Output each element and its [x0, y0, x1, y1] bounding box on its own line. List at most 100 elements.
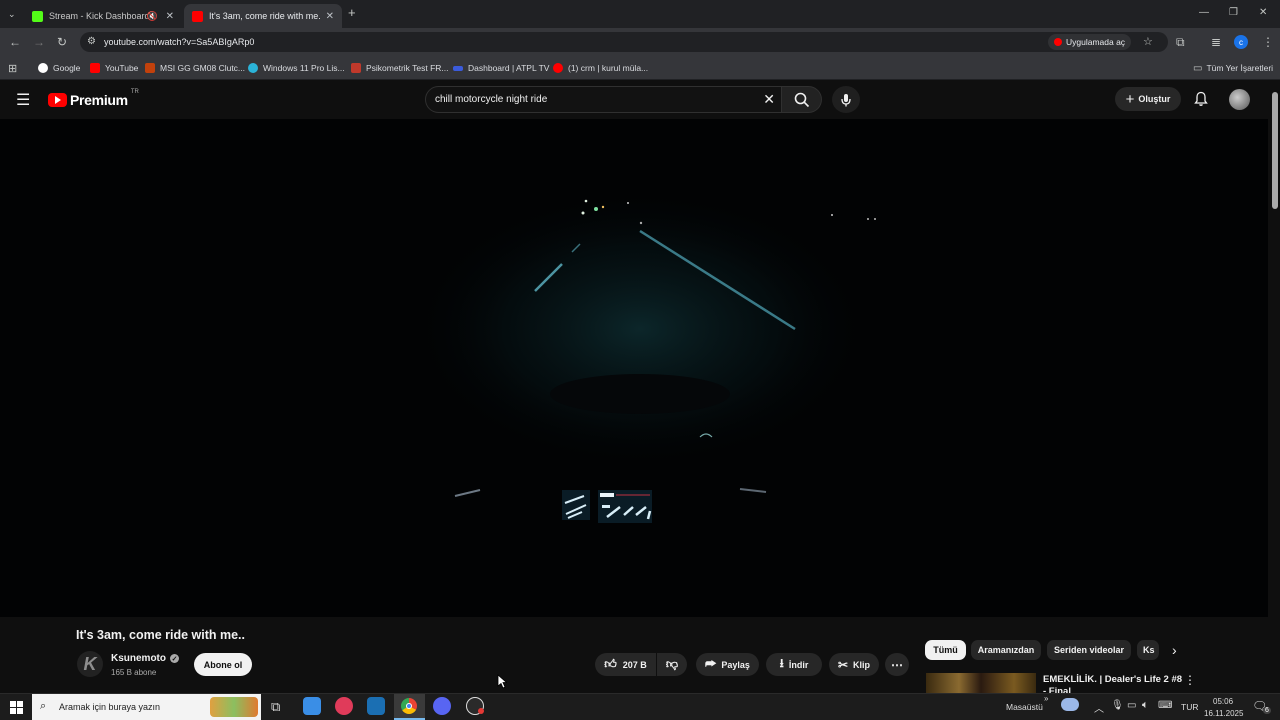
- forward-icon[interactable]: →: [33, 36, 45, 48]
- volume-icon[interactable]: 🔈︎: [1142, 699, 1149, 712]
- tab-muted-icon[interactable]: 🔇: [147, 11, 158, 22]
- taskbar-app-discord-icon[interactable]: [433, 697, 451, 715]
- site-info-icon[interactable]: ⚙: [87, 36, 96, 47]
- recommendation-thumbnail[interactable]: [926, 673, 1036, 693]
- all-bookmarks-button[interactable]: ▭ Tüm Yer İşaretleri: [1193, 61, 1273, 75]
- back-icon[interactable]: ←: [9, 36, 21, 48]
- more-horizontal-icon: ⋯: [891, 657, 903, 672]
- bookmark-star-icon[interactable]: ☆: [1143, 35, 1153, 48]
- new-tab-icon[interactable]: +: [348, 6, 356, 19]
- language-indicator[interactable]: TUR: [1181, 702, 1198, 712]
- channel-avatar[interactable]: K: [77, 651, 103, 677]
- youtube-play-icon: [48, 93, 67, 107]
- search-input[interactable]: chill motorcycle night ride: [435, 94, 547, 105]
- profile-avatar[interactable]: c: [1234, 35, 1248, 49]
- clear-search-icon[interactable]: ✕: [763, 91, 775, 108]
- window-minimize-icon[interactable]: —: [1199, 7, 1209, 19]
- download-icon: ⭳: [779, 656, 784, 670]
- subscriber-count: 165 B abone: [111, 668, 157, 677]
- tab-kick-dashboard[interactable]: Stream - Kick Dashboard 🔇 ✕: [24, 4, 182, 28]
- video-title: It's 3am, come ride with me..: [76, 628, 246, 642]
- share-button[interactable]: ⮫ Paylaş: [696, 653, 759, 676]
- like-button[interactable]: 👍︎ 207 B: [595, 653, 656, 676]
- search-icon: ⌕: [40, 700, 47, 712]
- hamburger-menu-icon[interactable]: ☰: [16, 90, 30, 110]
- tab-close-icon[interactable]: ✕: [166, 11, 174, 22]
- window-close-icon[interactable]: ✕: [1259, 7, 1267, 19]
- microphone-tray-icon[interactable]: 🎙︎: [1111, 700, 1124, 711]
- create-label: Oluştur: [1138, 94, 1171, 104]
- recommendation-title[interactable]: EMEKLİLİK. | Dealer's Life 2 #8 - Final: [1043, 674, 1183, 693]
- chip-next-icon[interactable]: ›: [1172, 642, 1177, 658]
- channel-name-label: Ksunemoto: [111, 653, 166, 664]
- bookmark-windows[interactable]: Windows 11 Pro Lis...: [248, 61, 345, 75]
- reload-icon[interactable]: ↻: [57, 36, 67, 48]
- chip-from-search[interactable]: Aramanızdan: [971, 640, 1041, 660]
- desktop-label[interactable]: Masaüstü: [1006, 702, 1043, 712]
- toolbar-overflow-icon[interactable]: »: [1044, 694, 1048, 703]
- address-bar[interactable]: ⚙ youtube.com/watch?v=Sa5ABIgARp0 Uygula…: [80, 32, 1168, 52]
- search-box[interactable]: chill motorcycle night ride ✕: [425, 86, 782, 113]
- voice-search-button[interactable]: [832, 86, 860, 113]
- notifications-bell-icon[interactable]: [1193, 91, 1209, 107]
- google-icon: [38, 63, 48, 73]
- create-button[interactable]: + Oluştur: [1115, 87, 1181, 111]
- recommendation-menu-icon[interactable]: ⋮: [1184, 673, 1196, 687]
- share-icon: ⮫: [705, 657, 717, 671]
- window-restore-icon[interactable]: ❐: [1229, 7, 1238, 19]
- bookmark-label: YouTube: [105, 63, 139, 73]
- bookmark-msi[interactable]: MSI GG GM08 Clutc...: [145, 61, 245, 75]
- atpl-icon: [453, 65, 463, 71]
- download-button[interactable]: ⭳ İndir: [766, 653, 822, 676]
- show-hidden-icons-icon[interactable]: ︿: [1094, 700, 1104, 715]
- tab-search-icon[interactable]: ⌄: [8, 8, 16, 20]
- tab-close-icon[interactable]: ✕: [326, 11, 334, 22]
- chip-channel[interactable]: Ks: [1137, 640, 1159, 660]
- all-bookmarks-label: Tüm Yer İşaretleri: [1206, 63, 1274, 73]
- bookmark-label: Dashboard | ATPL TV: [468, 63, 550, 73]
- chip-from-series[interactable]: Seriden videolar: [1047, 640, 1131, 660]
- network-icon[interactable]: ▭: [1127, 700, 1136, 711]
- subscribe-button[interactable]: Abone ol: [194, 653, 252, 676]
- taskbar-app-game-icon[interactable]: [335, 697, 353, 715]
- chip-label: Aramanızdan: [977, 645, 1035, 655]
- chrome-menu-icon[interactable]: ⋮: [1262, 36, 1274, 48]
- keyboard-icon[interactable]: ⌨: [1158, 700, 1172, 711]
- bookmark-atpl[interactable]: Dashboard | ATPL TV: [453, 61, 549, 75]
- apps-grid-icon[interactable]: ⊞: [8, 62, 17, 75]
- tab-youtube-video[interactable]: It's 3am, come ride with me.. - ✕: [184, 4, 342, 28]
- task-view-icon[interactable]: ⧉: [271, 699, 280, 715]
- scrollbar-thumb[interactable]: [1272, 92, 1278, 209]
- chip-all[interactable]: Tümü: [925, 640, 966, 660]
- more-actions-button[interactable]: ⋯: [885, 653, 909, 676]
- bookmark-youtube[interactable]: YouTube: [90, 61, 138, 75]
- bookmark-crm[interactable]: (1) crm | kurul müla...: [553, 61, 648, 75]
- youtube-logo[interactable]: Premium TR: [48, 89, 139, 109]
- taskbar-search-box[interactable]: ⌕ Aramak için buraya yazın: [32, 694, 261, 720]
- clip-button[interactable]: ✂ Klip: [829, 653, 879, 676]
- clock-date[interactable]: 16.11.2025: [1204, 709, 1243, 718]
- weather-cloud-icon[interactable]: [1061, 698, 1079, 711]
- youtube-icon: [90, 63, 100, 73]
- account-avatar[interactable]: [1229, 89, 1250, 110]
- extensions-icon[interactable]: ⧉: [1176, 36, 1185, 48]
- bookmark-psikometrik[interactable]: Psikometrik Test FR...: [351, 61, 449, 75]
- tab-title: It's 3am, come ride with me.. -: [209, 11, 321, 21]
- search-icon: [794, 92, 810, 108]
- search-button[interactable]: [782, 86, 822, 113]
- taskbar-chrome-active[interactable]: [394, 694, 425, 720]
- bookmark-google[interactable]: Google: [38, 61, 80, 75]
- windows-start-icon[interactable]: [10, 701, 23, 714]
- channel-name[interactable]: Ksunemoto ✓: [111, 653, 179, 664]
- search-highlight-icon: [210, 697, 258, 717]
- clock-time[interactable]: 05:06: [1213, 697, 1233, 706]
- taskbar-app-files-icon[interactable]: [303, 697, 321, 715]
- dislike-button[interactable]: 👎︎: [657, 653, 687, 676]
- media-control-icon[interactable]: ≣: [1211, 36, 1221, 48]
- video-player[interactable]: [0, 119, 1268, 617]
- url-text[interactable]: youtube.com/watch?v=Sa5ABIgARp0: [104, 37, 254, 47]
- subscribe-label: Abone ol: [203, 659, 243, 670]
- taskbar-app-steam-icon[interactable]: [367, 697, 385, 715]
- thumbs-up-icon: 👍︎: [604, 657, 617, 671]
- open-in-app-button[interactable]: Uygulamada aç: [1048, 34, 1132, 50]
